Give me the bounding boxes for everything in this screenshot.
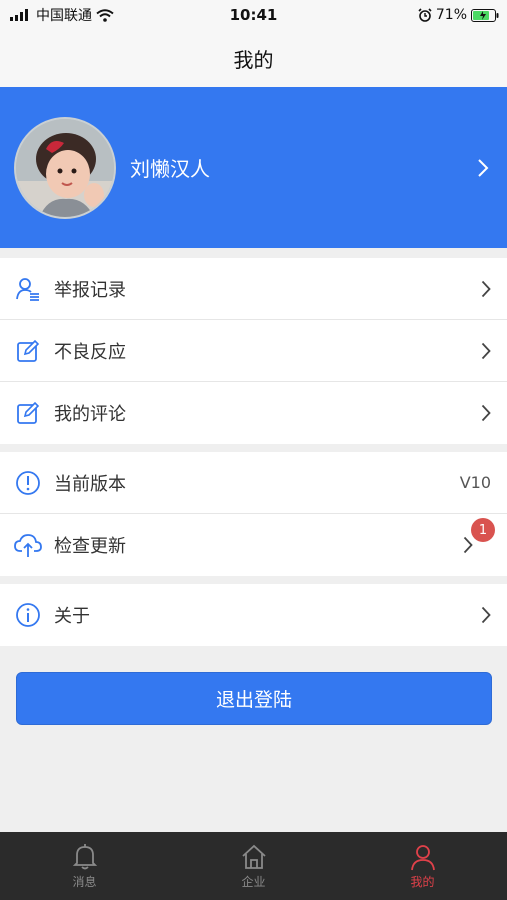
cloud-upload-icon xyxy=(14,531,42,559)
tab-enterprise[interactable]: 企业 xyxy=(169,832,338,900)
menu-group-about: 关于 xyxy=(0,584,507,646)
chevron-right-icon xyxy=(479,340,493,362)
menu-label: 不良反应 xyxy=(54,341,126,363)
chevron-right-icon xyxy=(479,402,493,424)
tab-label: 企业 xyxy=(241,874,266,889)
menu-item-report-records[interactable]: 举报记录 xyxy=(0,258,507,320)
chevron-right-icon xyxy=(479,278,493,300)
wifi-icon xyxy=(96,8,114,22)
menu-label: 关于 xyxy=(54,606,90,627)
profile-header[interactable]: 刘懒汉人 xyxy=(0,87,507,248)
edit-icon xyxy=(14,399,42,427)
avatar[interactable] xyxy=(14,116,116,219)
info-circle-icon xyxy=(14,601,42,629)
menu-group-version: 当前版本 V10 检查更新 1 xyxy=(0,452,507,576)
alarm-icon xyxy=(418,8,432,22)
carrier-name: 中国联通 xyxy=(36,8,92,24)
menu-label: 当前版本 xyxy=(54,473,126,495)
user-list-icon xyxy=(14,275,42,303)
menu-item-check-update[interactable]: 检查更新 1 xyxy=(0,514,507,576)
status-bar: 中国联通 10:41 71% xyxy=(0,0,507,30)
logout-button[interactable]: 退出登陆 xyxy=(16,672,492,725)
menu-item-my-comments[interactable]: 我的评论 xyxy=(0,382,507,444)
person-icon xyxy=(410,844,435,870)
bell-icon xyxy=(72,843,97,869)
nav-bar: 我的 xyxy=(0,30,507,87)
status-right: 71% xyxy=(418,7,499,23)
chevron-right-icon xyxy=(479,604,493,626)
menu-label: 举报记录 xyxy=(54,279,126,301)
page-title: 我的 xyxy=(233,48,274,72)
menu-label: 我的评论 xyxy=(54,404,126,425)
menu-item-about[interactable]: 关于 xyxy=(0,584,507,646)
menu-label: 检查更新 xyxy=(54,536,126,557)
version-value: V10 xyxy=(459,473,491,492)
battery-percent: 71% xyxy=(435,7,467,23)
profile-name: 刘懒汉人 xyxy=(130,157,210,181)
tab-messages[interactable]: 消息 xyxy=(0,832,169,900)
battery-icon xyxy=(471,8,499,22)
avatar-image xyxy=(16,118,114,217)
chevron-right-icon xyxy=(478,158,489,177)
tab-mine[interactable]: 我的 xyxy=(338,832,507,900)
menu-item-current-version: 当前版本 V10 xyxy=(0,452,507,514)
edit-icon xyxy=(14,337,42,365)
menu-group-records: 举报记录 不良反应 我的评论 xyxy=(0,258,507,444)
tab-bar: 消息 企业 我的 xyxy=(0,832,507,900)
tab-label: 消息 xyxy=(72,874,97,889)
signal-icon xyxy=(10,9,28,21)
tab-label: 我的 xyxy=(410,874,435,889)
update-badge: 1 xyxy=(471,518,495,542)
menu-item-adverse-reactions[interactable]: 不良反应 xyxy=(0,320,507,382)
info-circle-icon xyxy=(14,469,42,497)
status-left: 中国联通 xyxy=(10,5,114,25)
home-icon xyxy=(241,844,266,869)
